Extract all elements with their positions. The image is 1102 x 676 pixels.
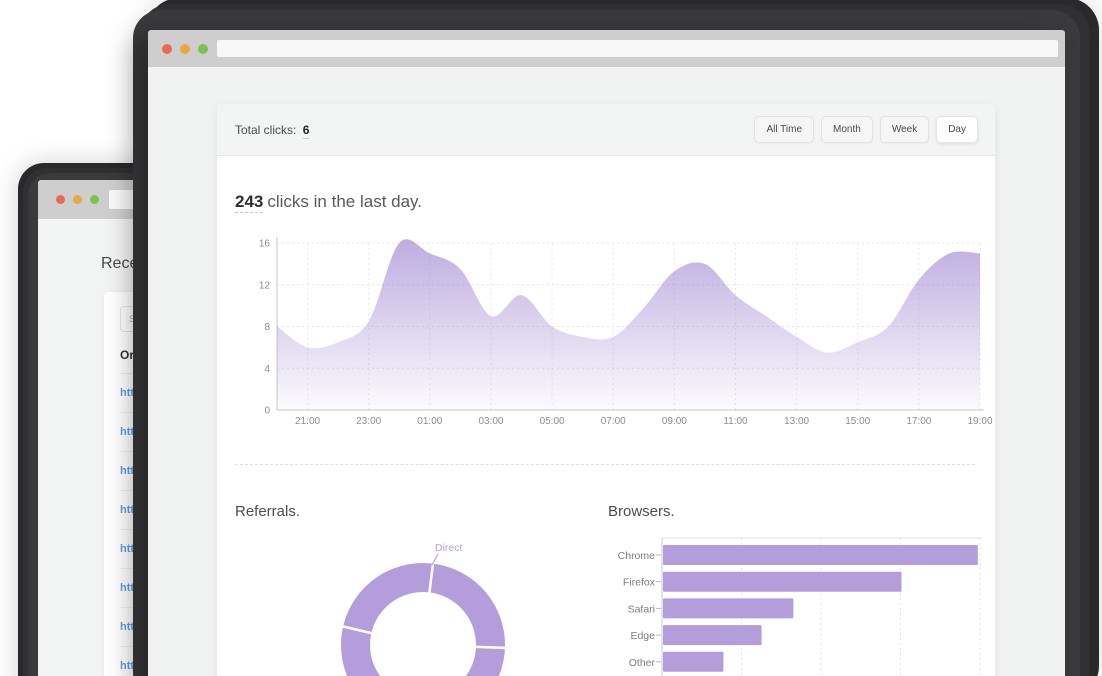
total-clicks-value: 6 xyxy=(303,123,310,139)
referrals-donut-chart: Direct xyxy=(313,531,533,676)
minimize-icon[interactable] xyxy=(73,195,82,204)
svg-text:Other: Other xyxy=(629,657,656,669)
range-button-month[interactable]: Month xyxy=(821,116,873,143)
svg-text:13:00: 13:00 xyxy=(784,416,809,427)
front-window-chrome: Total clicks: 6 All Time Month Week Day 243… xyxy=(148,30,1065,676)
svg-text:23:00: 23:00 xyxy=(356,416,381,427)
close-icon[interactable] xyxy=(56,195,65,204)
section-divider xyxy=(235,464,975,465)
close-icon[interactable] xyxy=(162,44,172,54)
svg-text:07:00: 07:00 xyxy=(601,416,626,427)
svg-text:11:00: 11:00 xyxy=(723,416,748,427)
svg-text:Direct: Direct xyxy=(435,542,463,554)
front-titlebar xyxy=(148,30,1065,67)
zoom-icon[interactable] xyxy=(90,195,99,204)
clicks-summary-title: 243clicks in the last day. xyxy=(235,192,422,212)
svg-text:09:00: 09:00 xyxy=(662,416,687,427)
svg-text:Chrome: Chrome xyxy=(618,550,656,562)
total-clicks-label: Total clicks: xyxy=(235,123,296,137)
svg-text:15:00: 15:00 xyxy=(845,416,870,427)
svg-text:8: 8 xyxy=(264,322,270,333)
minimize-icon[interactable] xyxy=(180,44,190,54)
svg-text:0: 0 xyxy=(264,406,270,417)
svg-text:19:00: 19:00 xyxy=(967,416,992,427)
time-range-buttons: All Time Month Week Day xyxy=(754,116,978,143)
svg-text:17:00: 17:00 xyxy=(906,416,931,427)
svg-text:Safari: Safari xyxy=(628,603,655,615)
range-button-week[interactable]: Week xyxy=(880,116,929,143)
clicks-count: 243 xyxy=(235,192,263,213)
svg-text:16: 16 xyxy=(259,239,271,250)
svg-text:Firefox: Firefox xyxy=(623,577,656,589)
svg-text:12: 12 xyxy=(259,280,271,291)
front-window-body: Total clicks: 6 All Time Month Week Day 243… xyxy=(148,67,1065,676)
front-browser-window: Total clicks: 6 All Time Month Week Day 243… xyxy=(133,10,1080,676)
address-bar[interactable] xyxy=(217,40,1058,57)
zoom-icon[interactable] xyxy=(198,44,208,54)
svg-text:21:00: 21:00 xyxy=(295,416,320,427)
browsers-bar-chart: Chrome Firefox Safari Edge Other xyxy=(608,508,995,676)
traffic-lights xyxy=(56,195,99,204)
svg-text:Edge: Edge xyxy=(630,630,655,642)
card-header: Total clicks: 6 All Time Month Week Day xyxy=(217,104,995,156)
range-button-day[interactable]: Day xyxy=(936,116,978,143)
svg-text:4: 4 xyxy=(264,364,270,375)
analytics-card: Total clicks: 6 All Time Month Week Day 243… xyxy=(217,104,995,676)
range-button-all-time[interactable]: All Time xyxy=(754,116,814,143)
svg-text:01:00: 01:00 xyxy=(417,416,442,427)
clicks-count-caption: clicks in the last day. xyxy=(267,192,422,211)
total-clicks: Total clicks: 6 xyxy=(235,123,309,137)
traffic-lights xyxy=(162,44,208,54)
svg-text:03:00: 03:00 xyxy=(478,416,503,427)
referrals-heading: Referrals. xyxy=(235,503,300,520)
svg-text:05:00: 05:00 xyxy=(540,416,565,427)
clicks-area-chart: 21:00 23:00 01:00 03:00 05:00 07:00 09:00 11:00… xyxy=(237,226,1001,430)
desktop: Recent Origin https://https://https://ht… xyxy=(0,0,1102,676)
